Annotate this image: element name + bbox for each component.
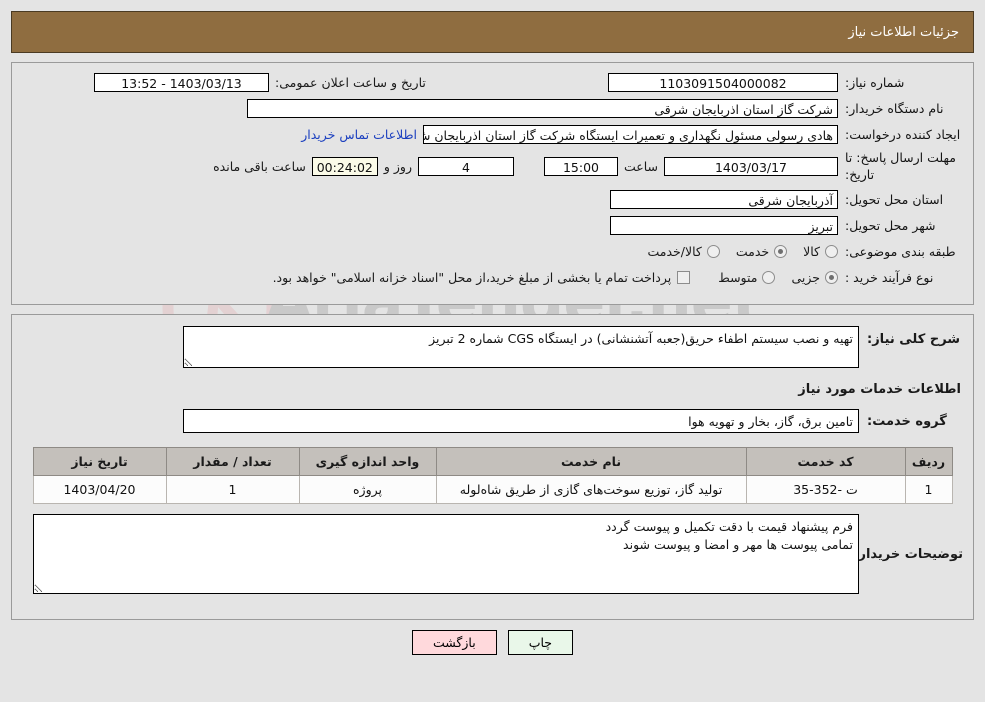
buyer-notes-textarea[interactable] <box>33 514 859 594</box>
radio-category-goods-service[interactable] <box>706 244 720 258</box>
delivery-province-row: استان محل تحویل: آذربایجان شرقی <box>22 189 963 210</box>
cell-unit: پروژه <box>298 475 437 504</box>
announcement-field[interactable]: 1403/03/13 - 13:52 <box>94 73 269 92</box>
services-table: ردیف کد خدمت نام خدمت واحد اندازه گیری ت… <box>32 447 953 504</box>
subject-category-label: طبقه بندی موضوعی: <box>845 243 956 259</box>
action-button-bar: چاپ بازگشت <box>0 630 985 655</box>
print-button[interactable]: چاپ <box>507 630 574 655</box>
radio-process-minor-label: جزیی <box>791 269 820 285</box>
basic-info-panel: شماره نیاز: 1103091504000082 تاریخ و ساع… <box>11 62 974 305</box>
deadline-time-field[interactable]: 15:00 <box>543 157 618 177</box>
purchase-process-row: نوع فرآیند خرید : جزیی متوسط پرداخت تمام… <box>22 267 963 288</box>
col-service-code: کد خدمت <box>745 447 906 476</box>
col-unit: واحد اندازه گیری <box>298 447 437 476</box>
delivery-city-field[interactable]: تبریز <box>610 215 838 235</box>
response-deadline-row: مهلت ارسال پاسخ: تا تاریخ: 1403/03/17 سا… <box>22 150 963 184</box>
service-group-label: گروه خدمت: <box>867 413 947 429</box>
countdown-label: ساعت باقی مانده <box>213 159 306 175</box>
buyer-org-field[interactable]: شرکت گاز استان اذربایجان شرقی <box>247 99 838 118</box>
col-service-name: نام خدمت <box>435 447 747 476</box>
radio-category-goods-service-label: کالا/خدمت <box>647 243 702 259</box>
back-button[interactable]: بازگشت <box>412 630 497 655</box>
radio-category-goods-label: کالا <box>803 243 820 259</box>
deadline-date-field[interactable]: 1403/03/17 <box>664 157 838 177</box>
col-quantity: تعداد / مقدار <box>165 447 300 476</box>
request-creator-label: ایجاد کننده درخواست: <box>845 127 961 142</box>
buyer-org-label: نام دستگاه خریدار: <box>845 101 944 116</box>
need-number-label: شماره نیاز: <box>845 75 905 90</box>
delivery-province-field[interactable]: آذربایجان شرقی <box>610 189 838 209</box>
need-number-row: شماره نیاز: 1103091504000082 تاریخ و ساع… <box>22 72 963 93</box>
purchase-process-label: نوع فرآیند خرید : <box>845 269 934 285</box>
buyer-contact-link[interactable]: اطلاعات تماس خریدار <box>295 127 423 142</box>
page-title-bar: جزئیات اطلاعات نیاز <box>11 11 974 53</box>
buyer-notes-label: توضیحات خریدار: <box>853 546 963 562</box>
radio-process-medium[interactable] <box>762 270 776 284</box>
table-header-row: ردیف کد خدمت نام خدمت واحد اندازه گیری ت… <box>32 447 953 476</box>
table-row: 1 ت -352-35 تولید گاز، توزیع سوخت‌های گا… <box>32 475 953 504</box>
general-description-label: شرح کلی نیاز: <box>867 332 961 347</box>
checkbox-islamic-treasury-bonds[interactable] <box>677 270 691 284</box>
countdown-timer-field: 00:24:02 <box>311 157 378 177</box>
service-group-field[interactable] <box>183 409 859 433</box>
delivery-city-label: شهر محل تحویل: <box>845 217 936 233</box>
subject-category-row: طبقه بندی موضوعی: کالا خدمت کالا/خدمت <box>22 241 963 262</box>
radio-category-goods[interactable] <box>825 244 838 258</box>
islamic-treasury-bonds-text: پرداخت تمام یا بخشی از مبلغ خرید،از محل … <box>272 269 672 285</box>
need-details-panel: شرح کلی نیاز: اطلاعات خدمات مورد نیاز گر… <box>11 314 974 620</box>
page-title: جزئیات اطلاعات نیاز <box>848 24 959 40</box>
delivery-city-row: شهر محل تحویل: تبریز <box>22 215 963 236</box>
request-creator-field[interactable]: هادی رسولی مسئول نگهداری و تعمیرات ایستگ… <box>423 125 838 144</box>
service-group-row: گروه خدمت: <box>22 409 963 433</box>
buyer-org-row: نام دستگاه خریدار: شرکت گاز استان اذربای… <box>22 98 963 119</box>
general-description-row: شرح کلی نیاز: <box>22 326 963 368</box>
response-deadline-label: مهلت ارسال پاسخ: تا تاریخ: <box>845 150 956 182</box>
hour-label: ساعت <box>623 159 658 175</box>
col-row-number: ردیف <box>904 447 953 476</box>
days-remaining-field[interactable]: 4 <box>417 157 514 177</box>
buyer-notes-row: توضیحات خریدار: <box>22 514 963 594</box>
radio-category-service-label: خدمت <box>735 243 770 259</box>
days-remaining-label: روز و <box>383 159 412 175</box>
required-services-heading: اطلاعات خدمات مورد نیاز <box>798 382 961 397</box>
radio-category-service[interactable] <box>774 244 788 258</box>
need-number-field[interactable]: 1103091504000082 <box>608 73 838 92</box>
cell-quantity: 1 <box>165 475 300 504</box>
cell-service-name: تولید گاز، توزیع سوخت‌های گازی از طریق ش… <box>435 475 747 504</box>
announcement-label: تاریخ و ساعت اعلان عمومی: <box>275 75 426 90</box>
radio-process-medium-label: متوسط <box>718 269 758 285</box>
request-creator-row: ایجاد کننده درخواست: هادی رسولی مسئول نگ… <box>22 124 963 145</box>
col-need-date: تاریخ نیاز <box>32 447 167 476</box>
cell-need-date: 1403/04/20 <box>32 475 167 504</box>
cell-service-code: ت -352-35 <box>745 475 906 504</box>
general-description-textarea[interactable] <box>183 326 859 368</box>
delivery-province-label: استان محل تحویل: <box>845 191 944 207</box>
cell-row-number: 1 <box>904 475 953 504</box>
radio-process-minor[interactable] <box>825 270 838 284</box>
